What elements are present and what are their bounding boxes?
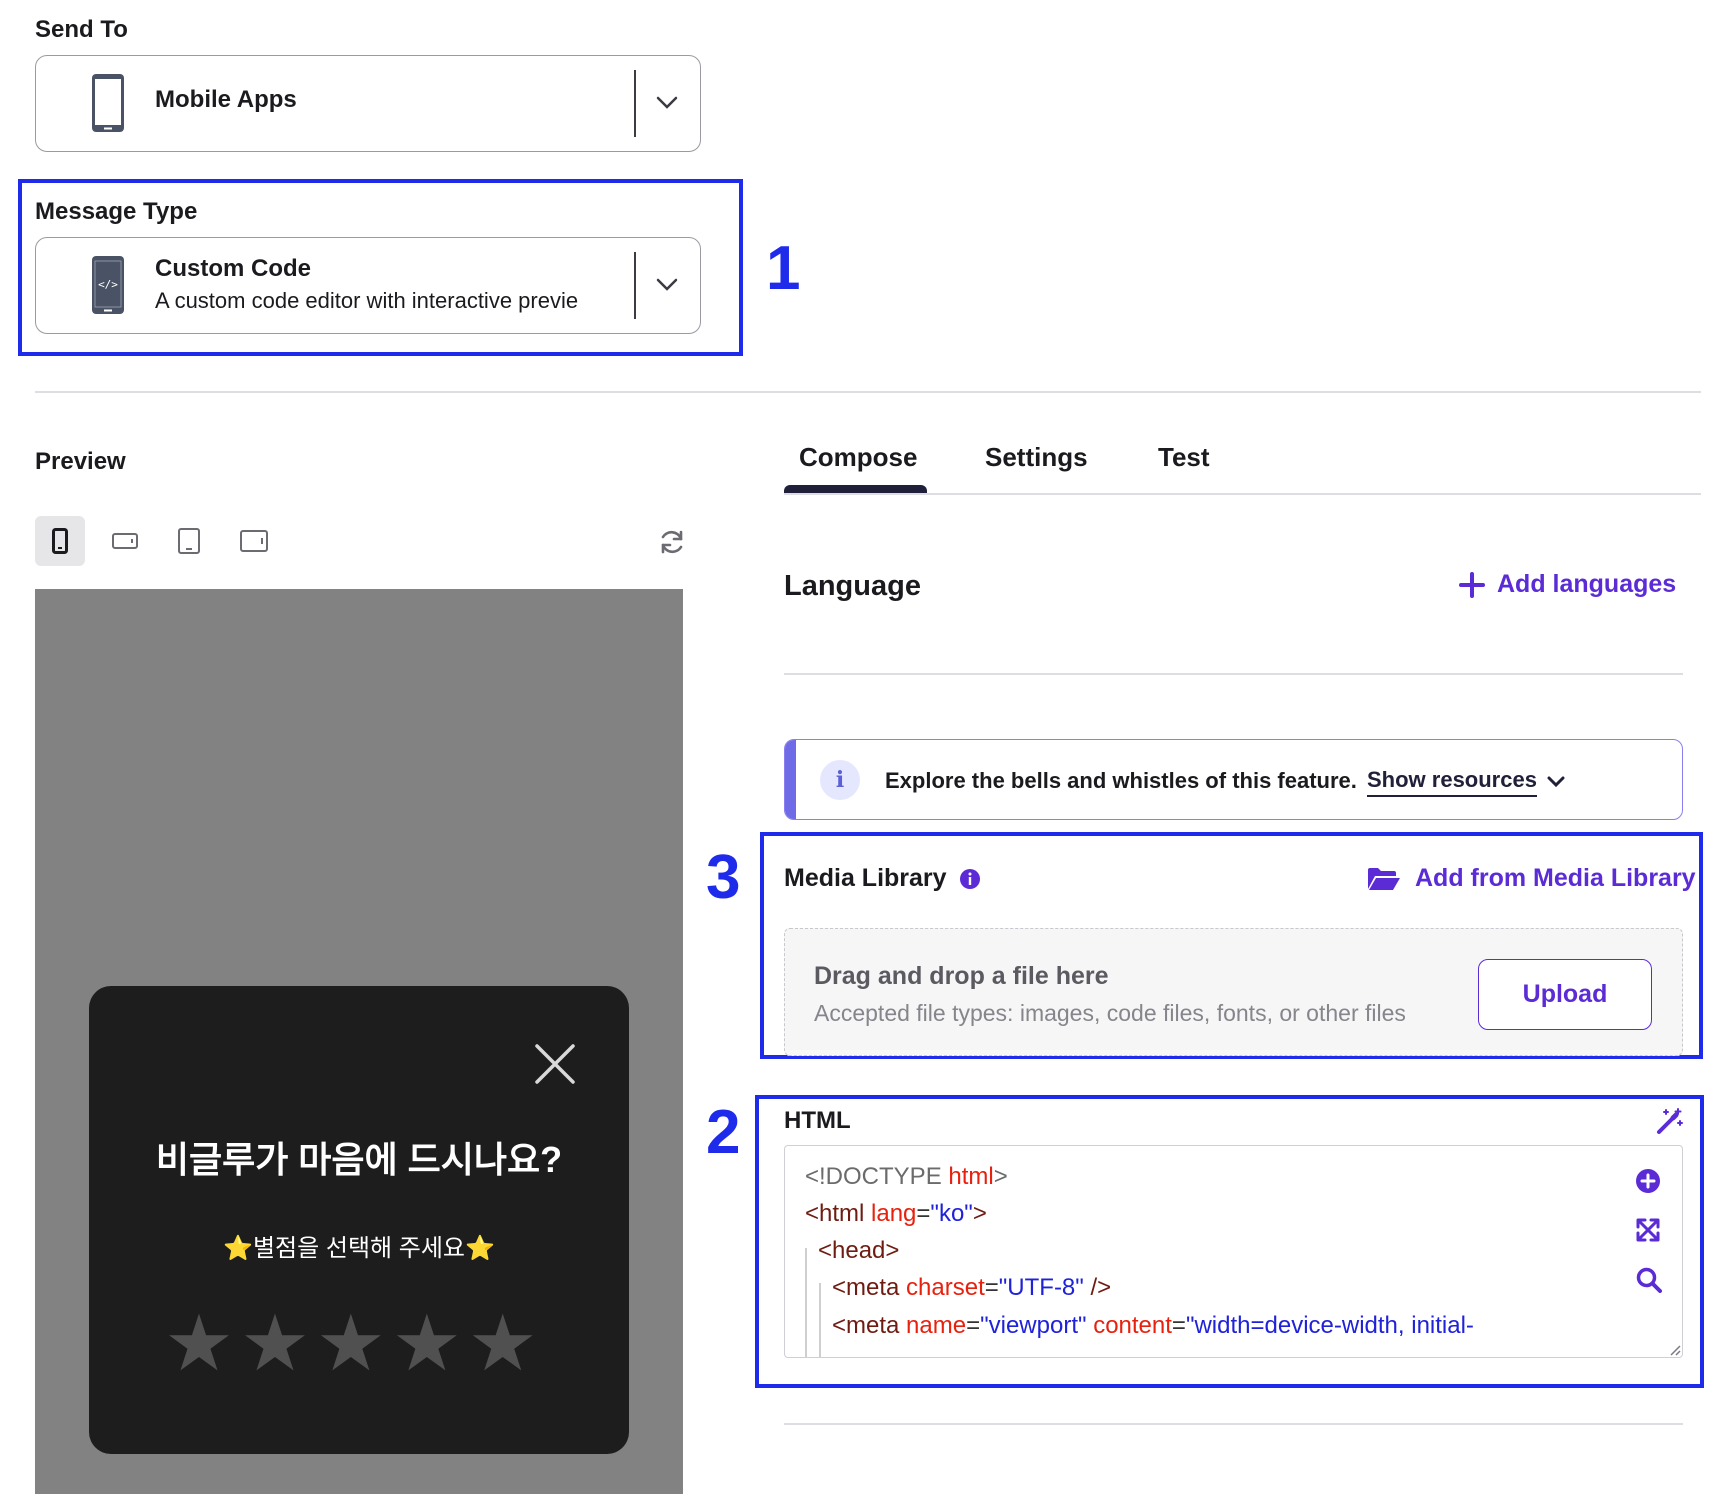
modal-subtitle: ⭐별점을 선택해 주세요⭐ — [223, 1235, 495, 1262]
file-drop-zone[interactable]: Drag and drop a file here Accepted file … — [784, 928, 1683, 1056]
bottom-divider — [784, 1423, 1683, 1425]
annotation-number-2: 2 — [706, 1098, 741, 1167]
add-languages-label: Add languages — [1497, 570, 1677, 598]
tablet-landscape-icon — [240, 530, 268, 552]
preview-canvas: 비글루가 마음에 드시나요? ⭐별점을 선택해 주세요⭐ ★ ★ ★ ★ ★ — [35, 589, 683, 1494]
modal-title: 비글루가 마음에 드시나요? — [155, 1139, 563, 1180]
indent-guide — [805, 1248, 807, 1357]
info-icon: i — [820, 760, 860, 800]
code-line-4: <meta charset="UTF-8" /> — [832, 1274, 1112, 1301]
media-library-title: Media Library — [784, 864, 947, 892]
phone-portrait-icon — [52, 528, 68, 554]
drop-zone-subtitle: Accepted file types: images, code files,… — [814, 1000, 1406, 1026]
expand-icon[interactable] — [1636, 1218, 1660, 1242]
preview-title: Preview — [35, 448, 126, 475]
send-to-select[interactable]: Mobile Apps — [35, 55, 701, 152]
chevron-down-icon — [1547, 776, 1565, 788]
code-line-2: <html lang="ko"> — [805, 1200, 987, 1227]
mobile-phone-icon — [92, 74, 124, 132]
add-languages-button[interactable]: Add languages — [1459, 570, 1676, 599]
star-icon[interactable]: ★ — [468, 1304, 538, 1382]
close-icon[interactable] — [533, 1042, 577, 1086]
add-circle-icon[interactable] — [1635, 1168, 1661, 1194]
select-divider — [634, 70, 636, 137]
star-icon[interactable]: ★ — [316, 1304, 386, 1382]
star-icon[interactable]: ★ — [240, 1304, 310, 1382]
upload-button[interactable]: Upload — [1478, 959, 1652, 1030]
html-label: HTML — [784, 1107, 851, 1134]
magic-wand-icon[interactable] — [1656, 1107, 1684, 1135]
annotation-box-1 — [18, 179, 743, 356]
drop-zone-title: Drag and drop a file here — [814, 962, 1109, 990]
send-to-value: Mobile Apps — [155, 86, 297, 113]
tablet-portrait-icon — [178, 528, 200, 554]
language-divider — [784, 673, 1683, 675]
info-banner: i Explore the bells and whistles of this… — [784, 739, 1683, 820]
device-phone-landscape-button[interactable] — [100, 516, 150, 566]
section-divider — [35, 391, 1701, 393]
code-line-3: <head> — [818, 1237, 900, 1264]
add-from-media-library-label: Add from Media Library — [1415, 864, 1696, 892]
add-from-media-library-button[interactable]: Add from Media Library — [1367, 864, 1696, 893]
rating-modal: 비글루가 마음에 드시나요? ⭐별점을 선택해 주세요⭐ ★ ★ ★ ★ ★ — [89, 986, 629, 1454]
device-tablet-portrait-button[interactable] — [164, 516, 214, 566]
phone-landscape-icon — [112, 533, 138, 549]
refresh-icon[interactable] — [658, 528, 686, 556]
code-line-1: <!DOCTYPE html> — [805, 1163, 1008, 1190]
annotation-number-1: 1 — [766, 234, 801, 303]
tab-settings[interactable]: Settings — [985, 442, 1088, 473]
banner-accent-bar — [785, 740, 796, 819]
media-library-header: Media Library — [784, 864, 981, 893]
send-to-label: Send To — [35, 16, 128, 43]
info-filled-icon[interactable] — [959, 868, 981, 890]
html-code-editor[interactable]: <!DOCTYPE html> <html lang="ko"> <head> … — [784, 1145, 1683, 1358]
device-tablet-landscape-button[interactable] — [229, 516, 279, 566]
tab-test[interactable]: Test — [1158, 442, 1210, 473]
device-phone-portrait-button[interactable] — [35, 516, 85, 566]
star-icon[interactable]: ★ — [164, 1304, 234, 1382]
chevron-down-icon[interactable] — [656, 96, 678, 110]
search-icon[interactable] — [1636, 1267, 1662, 1293]
banner-text: Explore the bells and whistles of this f… — [885, 768, 1357, 793]
tabs-divider — [784, 493, 1701, 495]
show-resources-button[interactable]: Show resources — [1367, 767, 1565, 797]
code-line-5: <meta name="viewport" content="width=dev… — [832, 1312, 1474, 1339]
star-rating[interactable]: ★ ★ ★ ★ ★ — [164, 1304, 538, 1382]
annotation-number-3: 3 — [706, 843, 741, 912]
show-resources-label: Show resources — [1367, 767, 1537, 797]
folder-open-icon — [1368, 867, 1400, 890]
indent-guide — [819, 1283, 821, 1357]
tab-compose[interactable]: Compose — [799, 442, 917, 473]
resize-handle-icon[interactable] — [1668, 1343, 1681, 1356]
star-icon[interactable]: ★ — [392, 1304, 462, 1382]
language-title: Language — [784, 570, 921, 602]
plus-icon — [1459, 571, 1485, 598]
